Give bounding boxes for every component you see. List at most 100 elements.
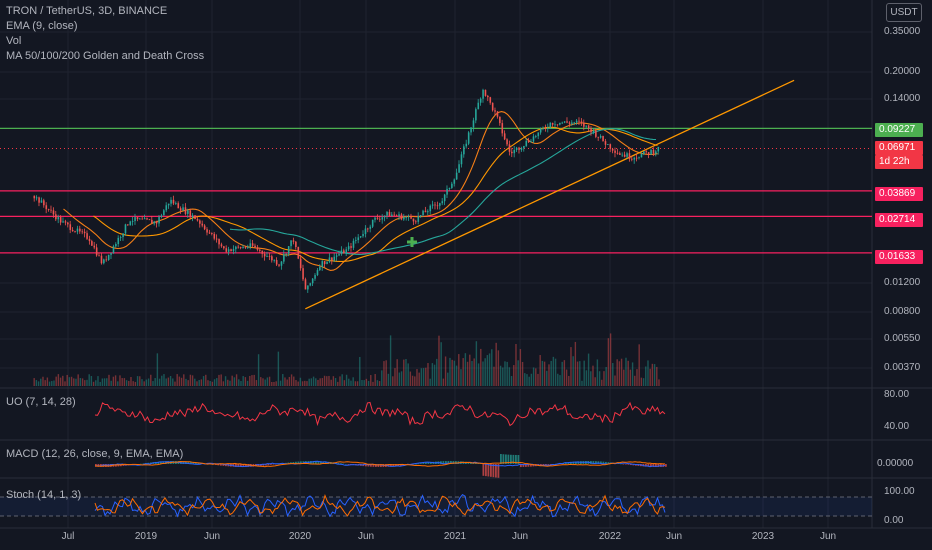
volume-bar xyxy=(185,378,187,386)
volume-bar xyxy=(453,360,456,386)
candle-body xyxy=(79,228,81,232)
candle-body xyxy=(184,207,187,214)
candle-body xyxy=(160,215,163,217)
volume-bar xyxy=(310,378,313,386)
macd-histogram-bar xyxy=(665,464,667,467)
volume-bar xyxy=(517,360,519,386)
candle-body xyxy=(74,231,76,233)
volume-bar xyxy=(141,379,143,386)
volume-bar xyxy=(183,374,185,386)
candle-body xyxy=(347,246,350,250)
stoch-axis-label: 100.00 xyxy=(884,486,915,497)
time-axis-label: Jun xyxy=(665,531,683,542)
candle-body xyxy=(146,218,148,220)
candle-body xyxy=(403,217,405,220)
candle-body xyxy=(410,216,412,219)
volume-bar xyxy=(44,380,46,386)
macd-pane-title[interactable]: MACD (12, 26, close, 9, EMA, EMA) xyxy=(6,448,183,460)
volume-bar xyxy=(640,377,643,386)
volume-bar xyxy=(605,367,607,386)
volume-bar xyxy=(596,359,599,386)
volume-bar xyxy=(356,381,359,386)
candle-body xyxy=(148,219,151,221)
indicator-ema[interactable]: EMA (9, close) xyxy=(6,19,204,34)
candle-body xyxy=(580,121,583,123)
candle-body xyxy=(638,157,640,159)
candle-body xyxy=(321,261,324,267)
volume-bar xyxy=(68,377,71,386)
volume-bar xyxy=(51,381,53,386)
candle-body xyxy=(345,249,348,254)
stoch-pane-title[interactable]: Stoch (14, 1, 3) xyxy=(6,489,81,501)
candle-body xyxy=(535,136,537,137)
macd-histogram-bar xyxy=(417,463,420,465)
candle-body xyxy=(412,218,415,222)
candle-body xyxy=(453,179,456,184)
volume-bar xyxy=(112,376,115,386)
candle-body xyxy=(83,231,86,234)
candle-body xyxy=(652,149,655,154)
volume-bar xyxy=(524,373,526,386)
candle-body xyxy=(429,205,432,212)
volume-bar xyxy=(407,363,409,386)
candle-body xyxy=(110,252,112,255)
volume-bar xyxy=(548,364,550,386)
time-axis-label: 2021 xyxy=(443,531,467,542)
candle-body xyxy=(542,128,544,129)
candle-body xyxy=(316,270,319,276)
volume-bar xyxy=(552,356,555,386)
volume-bar xyxy=(275,381,277,386)
candle-body xyxy=(491,102,494,111)
volume-bar xyxy=(651,363,654,386)
candle-body xyxy=(249,243,252,248)
price-tag-green-level: 0.09227 xyxy=(875,123,923,137)
currency-badge[interactable]: USDT xyxy=(886,3,922,22)
candle-body xyxy=(597,136,600,138)
uo-pane-title[interactable]: UO (7, 14, 28) xyxy=(6,396,76,408)
volume-bar xyxy=(257,354,260,386)
candle-body xyxy=(107,254,110,260)
chart-canvas[interactable] xyxy=(0,0,932,550)
candle-body xyxy=(143,218,146,220)
candle-body xyxy=(451,183,453,188)
candle-body xyxy=(446,188,448,195)
candle-body xyxy=(484,89,487,96)
volume-bar xyxy=(592,365,594,386)
volume-bar xyxy=(306,381,308,386)
volume-bar xyxy=(268,376,271,386)
symbol-title[interactable]: TRON / TetherUS, 3D, BINANCE xyxy=(6,4,204,19)
candle-body xyxy=(395,215,398,217)
volume-bar xyxy=(438,335,440,386)
candle-body xyxy=(578,120,580,122)
volume-bar xyxy=(416,369,418,386)
volume-bar xyxy=(455,365,458,386)
indicator-vol[interactable]: Vol xyxy=(6,34,204,49)
volume-bar xyxy=(161,375,163,386)
candle-body xyxy=(352,240,355,248)
candle-body xyxy=(124,224,127,234)
trendline xyxy=(305,79,795,310)
volume-bar xyxy=(447,372,449,386)
volume-bar xyxy=(535,368,537,386)
candle-body xyxy=(647,152,650,155)
price-tag-last: 0.06971 xyxy=(875,141,923,155)
macd-histogram-bar xyxy=(495,464,497,478)
volume-bar xyxy=(625,357,627,386)
candle-body xyxy=(621,154,624,156)
volume-bar xyxy=(147,378,150,386)
macd-histogram-bar xyxy=(622,464,625,465)
volume-bar xyxy=(328,375,330,386)
volume-bar xyxy=(462,358,464,386)
indicator-ma-cross[interactable]: MA 50/100/200 Golden and Death Cross xyxy=(6,49,204,64)
volume-bar xyxy=(282,374,284,386)
volume-bar xyxy=(77,374,79,386)
stoch-band xyxy=(0,497,872,516)
candle-body xyxy=(242,247,244,249)
volume-bar xyxy=(130,377,132,386)
volume-bar xyxy=(378,381,381,386)
volume-bar xyxy=(466,361,469,386)
candle-body xyxy=(182,207,184,211)
volume-bar xyxy=(198,379,200,386)
candle-body xyxy=(119,237,122,238)
candle-body xyxy=(165,205,168,211)
